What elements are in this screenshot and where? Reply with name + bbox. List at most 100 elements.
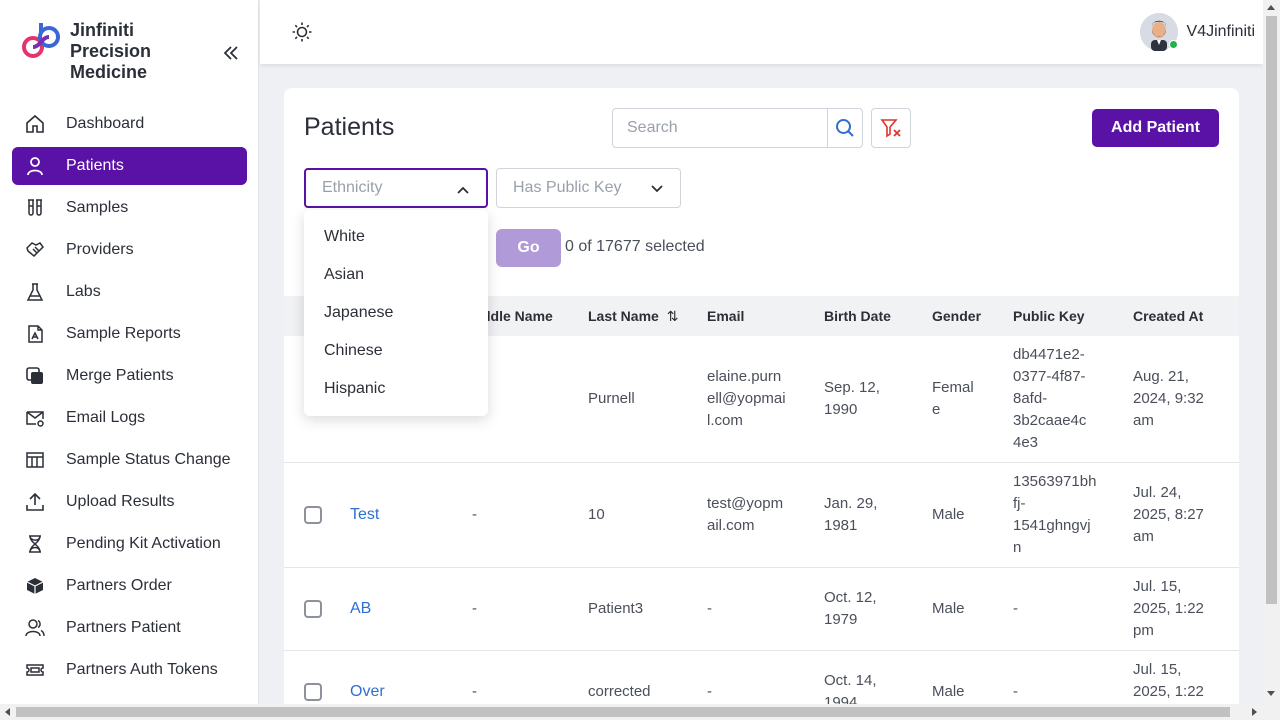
ethnicity-select[interactable]: Ethnicity — [304, 168, 488, 208]
created-at-cell: Jul. 24, 2025, 8:27 am — [1133, 484, 1204, 545]
gender-cell: Femal e — [932, 379, 974, 418]
ethnicity-option-chinese[interactable]: Chinese — [324, 342, 383, 360]
gender-cell: Male — [932, 506, 965, 523]
row-checkbox[interactable] — [304, 506, 322, 524]
collapse-sidebar-button[interactable] — [220, 42, 242, 64]
chevron-up-icon — [457, 186, 469, 194]
sidebar-item-providers[interactable]: Providers — [12, 231, 247, 269]
email-cell: - — [707, 683, 712, 700]
double-chevron-left-icon — [223, 46, 238, 60]
sidebar-item-upload-results[interactable]: Upload Results — [12, 483, 247, 521]
column-last-name[interactable]: Last Name ⇅ — [588, 308, 678, 325]
sidebar-item-label: Partners Order — [66, 577, 172, 594]
email-cell: - — [707, 600, 712, 617]
filter-clear-icon — [880, 119, 901, 138]
online-status-dot — [1168, 40, 1178, 49]
row-checkbox[interactable] — [304, 600, 322, 618]
sidebar-item-dashboard[interactable]: Dashboard — [12, 105, 247, 143]
sidebar-item-label: Sample Status Change — [66, 451, 231, 468]
scroll-down-arrow-icon[interactable] — [1267, 691, 1275, 696]
gender-cell: Male — [932, 600, 965, 617]
sidebar-item-label: Samples — [66, 199, 129, 216]
users-icon — [24, 617, 46, 639]
clear-filters-button[interactable] — [871, 108, 911, 148]
sidebar-item-label: Merge Patients — [66, 367, 174, 384]
last-name-cell: 10 — [588, 506, 605, 523]
vertical-scroll-thumb[interactable] — [1266, 16, 1277, 604]
sidebar-item-sample-reports[interactable]: Sample Reports — [12, 315, 247, 353]
sidebar-item-partners-order[interactable]: Partners Order — [12, 567, 247, 605]
ethnicity-option-japanese[interactable]: Japanese — [324, 304, 393, 322]
ethnicity-placeholder: Ethnicity — [322, 179, 383, 196]
table-icon — [24, 449, 46, 471]
ethnicity-dropdown-menu: White Asian Japanese Chinese Hispanic — [304, 210, 488, 416]
sidebar-item-partners-auth-tokens[interactable]: Partners Auth Tokens — [12, 651, 247, 689]
sidebar-item-label: Pending Kit Activation — [66, 535, 221, 552]
column-middle-name[interactable]: ddle Name — [482, 308, 553, 324]
ethnicity-option-hispanic[interactable]: Hispanic — [324, 380, 385, 398]
column-gender[interactable]: Gender — [932, 308, 981, 324]
brand[interactable]: Jinfiniti Precision Medicine — [20, 20, 151, 82]
sidebar-item-label: Partners Patient — [66, 619, 181, 636]
sidebar-item-email-logs[interactable]: Email Logs — [12, 399, 247, 437]
row-checkbox[interactable] — [304, 683, 322, 701]
first-name-link[interactable]: AB — [350, 598, 371, 620]
middle-name-cell: - — [472, 683, 477, 700]
sidebar-item-label: Partners Auth Tokens — [66, 661, 218, 678]
created-at-cell: Jul. 15, 2025, 1:22 — [1133, 661, 1204, 700]
scroll-left-arrow-icon[interactable] — [5, 708, 10, 716]
last-name-cell: Patient3 — [588, 600, 644, 617]
scroll-up-arrow-icon[interactable] — [1267, 5, 1275, 10]
sidebar-item-sample-status-change[interactable]: Sample Status Change — [12, 441, 247, 479]
search-input[interactable] — [613, 109, 827, 147]
add-patient-button[interactable]: Add Patient — [1092, 109, 1219, 147]
column-public-key[interactable]: Public Key — [1013, 308, 1085, 324]
selection-count: 0 of 17677 selected — [565, 238, 705, 255]
scroll-right-arrow-icon[interactable] — [1252, 708, 1257, 716]
sidebar-item-pending-kit-activation[interactable]: Pending Kit Activation — [12, 525, 247, 563]
home-icon — [24, 113, 46, 135]
public-key-select[interactable]: Has Public Key — [496, 168, 681, 208]
go-button[interactable]: Go — [496, 229, 561, 267]
first-name-link[interactable]: Over — [350, 681, 385, 703]
horizontal-scroll-thumb[interactable] — [16, 707, 1230, 717]
first-name-link[interactable]: Test — [350, 504, 379, 526]
column-label: Last Name — [588, 308, 659, 324]
report-file-icon — [24, 323, 46, 345]
hourglass-icon — [24, 533, 46, 555]
sidebar-item-merge-patients[interactable]: Merge Patients — [12, 357, 247, 395]
test-tubes-icon — [24, 197, 46, 219]
public-key-cell: 13563971bh fj- 1541ghngvj n — [1013, 473, 1097, 556]
table-row: AB - Patient3 - Oct. 12, 1979 Male - Jul… — [284, 568, 1239, 651]
theme-toggle-button[interactable] — [291, 21, 313, 43]
birth-date-cell: Sep. 12, 1990 — [824, 379, 880, 418]
column-birth-date[interactable]: Birth Date — [824, 308, 891, 324]
table-row: Test - 10 test@yopm ail.com Jan. 29, 198… — [284, 463, 1239, 568]
column-created-at[interactable]: Created At — [1133, 308, 1203, 324]
sidebar-item-patients[interactable]: Patients — [12, 147, 247, 185]
sidebar-item-labs[interactable]: Labs — [12, 273, 247, 311]
mail-settings-icon — [24, 407, 46, 429]
horizontal-scrollbar[interactable] — [0, 704, 1280, 720]
vertical-scrollbar[interactable] — [1263, 0, 1280, 704]
ethnicity-option-white[interactable]: White — [324, 228, 365, 246]
sidebar-item-partners-patient[interactable]: Partners Patient — [12, 609, 247, 647]
search-button[interactable] — [827, 109, 862, 147]
last-name-cell: Purnell — [588, 390, 635, 407]
middle-name-cell: - — [472, 600, 477, 617]
top-bar: V4Jinfiniti — [260, 0, 1263, 64]
box-icon — [24, 575, 46, 597]
ethnicity-option-asian[interactable]: Asian — [324, 266, 364, 284]
user-menu[interactable]: V4Jinfiniti — [1139, 13, 1255, 51]
search-box — [612, 108, 863, 148]
column-email[interactable]: Email — [707, 308, 744, 324]
public-key-cell: db4471e2- 0377-4f87- 8afd- 3b2caae4c 4e3 — [1013, 346, 1087, 451]
email-cell: test@yopm ail.com — [707, 495, 784, 534]
user-icon — [24, 155, 46, 177]
sidebar-item-label: Providers — [66, 241, 134, 258]
sidebar-item-samples[interactable]: Samples — [12, 189, 247, 227]
middle-name-cell: - — [472, 506, 477, 523]
public-key-placeholder: Has Public Key — [513, 179, 622, 196]
sidebar-item-label: Email Logs — [66, 409, 146, 426]
chevron-down-icon — [651, 185, 663, 193]
